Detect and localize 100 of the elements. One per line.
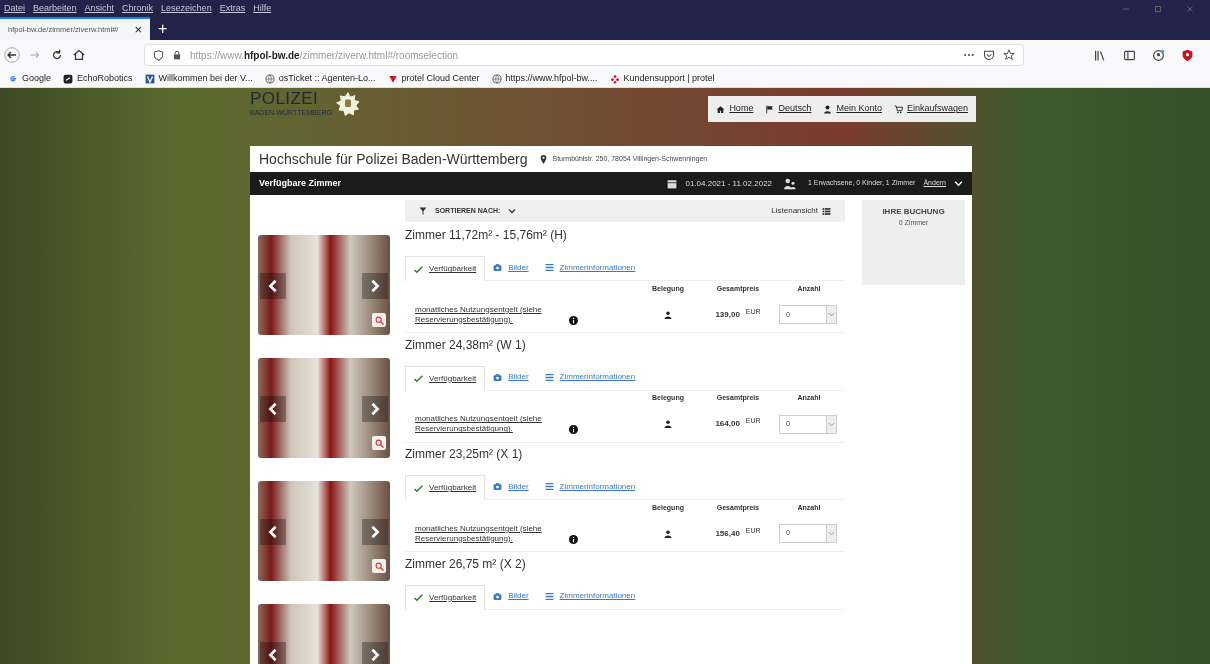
tab-close-button[interactable]: × <box>134 23 142 36</box>
star-icon[interactable] <box>1003 49 1015 61</box>
address-bar[interactable]: https://www.hfpol-bw.de/zimmer/ziverw.html#/roomselection <box>144 44 1024 66</box>
star-badge-icon <box>335 92 360 117</box>
chevron-down-icon <box>828 420 835 428</box>
bookmark-item[interactable]: Google <box>8 71 52 86</box>
menu-item[interactable]: Ansicht <box>84 1 115 16</box>
rate-link[interactable]: monatliches Nutzungsentgelt (siehe Reservierungsbestätigung). <box>415 304 565 325</box>
carousel-prev-button[interactable] <box>260 396 286 422</box>
price: 139,00 <box>715 308 740 321</box>
chevron-down-icon[interactable] <box>508 207 517 216</box>
home-icon <box>716 104 726 114</box>
room-title: Zimmer 26,75 m² (X 2) <box>405 555 527 573</box>
account-icon[interactable] <box>1152 48 1165 62</box>
bookmark-item[interactable]: protel Cloud Center <box>387 71 480 86</box>
chevron-down-icon <box>828 311 835 319</box>
bookmark-item[interactable]: https://www.hfpol-bw.... <box>491 71 598 86</box>
zoom-button[interactable] <box>372 313 386 327</box>
list-icon <box>544 263 554 273</box>
rate-link[interactable]: monatliches Nutzungsentgelt (siehe Reservierungsbestätigung). <box>415 414 565 435</box>
nav-link[interactable]: Home <box>716 102 754 116</box>
maximize-icon[interactable] <box>1154 4 1162 13</box>
carousel-prev-button[interactable] <box>260 642 286 664</box>
tab[interactable]: Bilder <box>485 255 537 281</box>
magnifier-icon <box>374 561 384 571</box>
bookmark-item[interactable]: EchoRobotics <box>63 71 133 86</box>
person-icon <box>664 310 672 319</box>
location-pin-icon <box>539 154 549 164</box>
checkmark-icon <box>414 593 423 603</box>
tab[interactable]: Verfügbarkeit <box>405 365 486 391</box>
tab[interactable]: Zimmerinformationen <box>536 474 644 500</box>
menu-item[interactable]: Bearbeiten <box>33 1 77 16</box>
carousel-prev-button[interactable] <box>260 519 286 545</box>
room-title: Zimmer 24,38m² (W 1) <box>405 336 527 354</box>
nav-link[interactable]: Deutsch <box>765 102 812 116</box>
home-icon[interactable] <box>72 48 86 62</box>
carousel-prev-button[interactable] <box>260 273 286 299</box>
tab[interactable]: Verfügbarkeit <box>405 256 486 282</box>
zoom-button[interactable] <box>372 559 386 573</box>
reload-icon[interactable] <box>50 48 64 62</box>
chevron-down-icon[interactable] <box>954 179 963 188</box>
info-icon[interactable] <box>569 315 578 325</box>
bookmark-item[interactable]: Willkommen bei der V... <box>144 71 253 86</box>
nav-link[interactable]: Einkaufswagen <box>893 102 968 116</box>
tab[interactable]: Bilder <box>485 474 537 500</box>
list-icon <box>544 372 554 382</box>
new-tab-button[interactable]: + <box>150 16 176 41</box>
info-icon[interactable] <box>569 534 578 544</box>
person-icon <box>664 529 672 538</box>
tab[interactable]: Bilder <box>485 364 537 390</box>
info-icon[interactable] <box>569 425 578 435</box>
globe-icon <box>491 73 502 84</box>
globe-icon <box>264 73 275 84</box>
menu-item[interactable]: Chronik <box>122 1 154 16</box>
carousel-next-button[interactable] <box>362 396 388 422</box>
pocket-icon[interactable] <box>983 49 995 61</box>
price: 164,00 <box>715 418 740 431</box>
carousel-next-button[interactable] <box>362 519 388 545</box>
booking-title: IHRE BUCHUNG <box>882 206 945 218</box>
rate-link[interactable]: monatliches Nutzungsentgelt (siehe Reservierungsbestätigung). <box>415 523 565 544</box>
menu-item[interactable]: Hilfe <box>253 1 272 16</box>
list-icon <box>544 482 554 492</box>
v-icon <box>144 73 155 84</box>
tab[interactable]: Zimmerinformationen <box>536 255 644 281</box>
camera-icon <box>493 263 503 273</box>
camera-icon <box>493 482 503 492</box>
carousel-next-button[interactable] <box>362 273 388 299</box>
magnifier-icon <box>374 438 384 448</box>
list-view-label[interactable]: Listenansicht <box>771 205 818 218</box>
flower-icon <box>609 73 620 84</box>
tab[interactable]: Verfügbarkeit <box>405 475 486 501</box>
google-icon <box>8 73 18 84</box>
calendar-icon <box>667 178 678 189</box>
hotel-name: Hochschule für Polizei Baden-Württemberg <box>259 149 528 169</box>
library-icon[interactable] <box>1094 48 1107 62</box>
tab[interactable]: Verfügbarkeit <box>405 584 486 610</box>
sidebar-icon[interactable] <box>1123 48 1136 62</box>
nav-link[interactable]: Mein Konto <box>823 102 882 116</box>
menu-item[interactable]: Extras <box>219 1 246 16</box>
camera-icon <box>493 591 503 601</box>
back-icon[interactable] <box>4 47 20 63</box>
shield-icon <box>153 49 164 61</box>
list-view-icon[interactable] <box>822 206 831 216</box>
filter-icon <box>419 207 427 216</box>
carousel-next-button[interactable] <box>362 642 388 664</box>
menu-item[interactable]: Lesezeichen <box>161 1 212 16</box>
bookmark-item[interactable]: osTicket :: Agenten-Lo... <box>264 71 376 86</box>
close-icon[interactable] <box>1186 4 1194 13</box>
chevron-down-icon <box>828 530 835 538</box>
tab[interactable]: Zimmerinformationen <box>536 364 644 390</box>
tab[interactable]: Zimmerinformationen <box>536 583 644 609</box>
section-title: Verfügbare Zimmer <box>259 176 342 190</box>
bookmark-item[interactable]: Kundensupport | protel <box>609 71 715 86</box>
url-text: https://www.hfpol-bw.de/zimmer/ziverw.html#/roomselection <box>190 48 458 63</box>
tab[interactable]: Bilder <box>485 583 537 609</box>
shield-icon[interactable] <box>1181 48 1194 62</box>
room-title: Zimmer 11,72m² - 15,76m² (H) <box>405 227 568 245</box>
zoom-button[interactable] <box>372 436 386 450</box>
menu-item[interactable]: Datei <box>4 1 25 16</box>
checkmark-icon <box>414 264 423 274</box>
